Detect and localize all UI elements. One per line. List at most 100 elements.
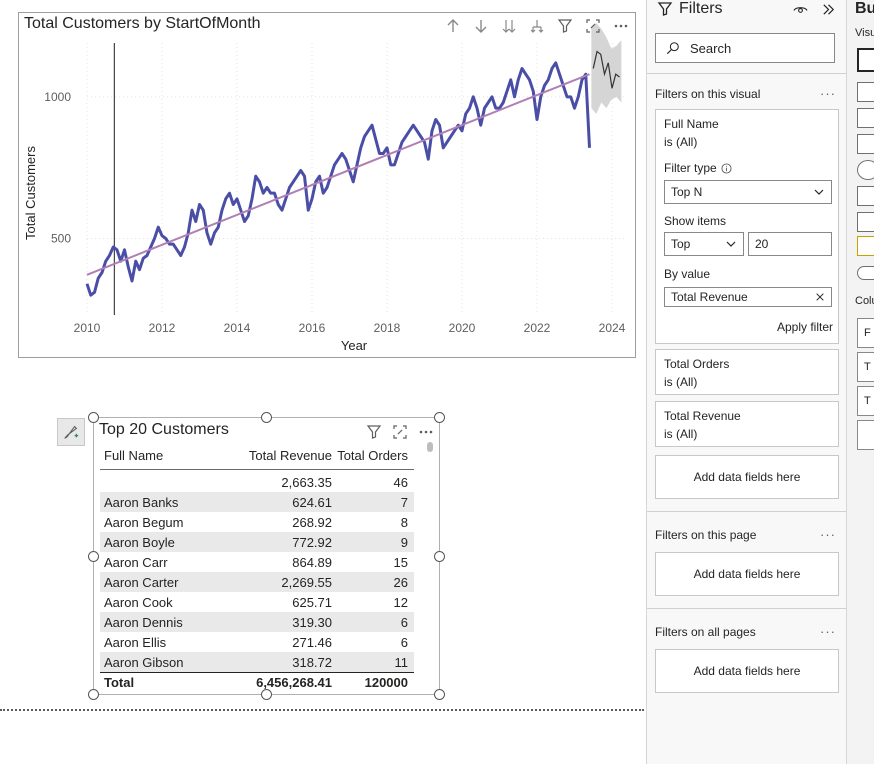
x-axis-title: Year bbox=[341, 338, 368, 353]
resize-handle[interactable] bbox=[434, 689, 445, 700]
filter-card-full-name[interactable]: Full Name is (All) Filter type Top N Sho… bbox=[655, 109, 839, 344]
add-data-fields-page[interactable]: Add data fields here bbox=[655, 552, 839, 596]
y-tick-label: 1000 bbox=[44, 90, 71, 104]
table-row[interactable]: Aaron Boyle 772.92 9 bbox=[100, 532, 414, 552]
x-tick-label: 2016 bbox=[299, 321, 326, 335]
close-icon[interactable] bbox=[815, 292, 825, 302]
more-options-icon[interactable] bbox=[416, 422, 436, 442]
table-row[interactable]: Aaron Gibson 318.72 11 bbox=[100, 652, 414, 672]
y-axis-title: Total Customers bbox=[23, 146, 38, 240]
collapse-pane-icon[interactable] bbox=[821, 2, 836, 20]
field-well[interactable]: F bbox=[857, 318, 874, 348]
table-row[interactable]: Aaron Banks 624.61 7 bbox=[100, 492, 414, 512]
divider bbox=[647, 73, 847, 74]
more-options-icon[interactable]: ··· bbox=[820, 624, 836, 639]
table-row[interactable]: 2,663.35 46 bbox=[100, 472, 414, 492]
globe-visual-icon[interactable] bbox=[857, 160, 874, 180]
section-filters-on-visual: Filters on this visual bbox=[655, 87, 761, 101]
table-row[interactable]: Aaron Dennis 319.30 6 bbox=[100, 612, 414, 632]
add-data-fields-all-pages[interactable]: Add data fields here bbox=[655, 649, 839, 693]
table-row[interactable]: Aaron Cook 625.71 12 bbox=[100, 592, 414, 612]
focus-mode-icon[interactable] bbox=[583, 16, 603, 36]
toggle-switch[interactable] bbox=[857, 266, 874, 280]
x-tick-label: 2012 bbox=[149, 321, 176, 335]
filters-search-input[interactable]: Search bbox=[655, 33, 835, 63]
show-items-direction-dropdown[interactable]: Top bbox=[664, 232, 744, 256]
kpi-visual-icon[interactable] bbox=[857, 186, 874, 206]
customers-table: Full Name Total Revenue Total Orders 2,6… bbox=[100, 442, 414, 692]
resize-handle[interactable] bbox=[88, 689, 99, 700]
field-well[interactable]: T bbox=[857, 352, 874, 382]
resize-handle[interactable] bbox=[261, 689, 272, 700]
filter-card-total-orders[interactable]: Total Orders is (All) bbox=[655, 349, 839, 395]
table-row[interactable]: Aaron Carr 864.89 15 bbox=[100, 552, 414, 572]
filter-icon[interactable] bbox=[555, 16, 575, 36]
format-painter-button[interactable] bbox=[57, 418, 85, 446]
resize-handle[interactable] bbox=[261, 412, 272, 423]
table-row[interactable]: Aaron Ellis 271.46 6 bbox=[100, 632, 414, 652]
resize-handle[interactable] bbox=[88, 412, 99, 423]
chevron-down-icon bbox=[814, 189, 824, 195]
bar-visual-icon[interactable] bbox=[857, 134, 874, 154]
section-filters-on-page: Filters on this page bbox=[655, 528, 757, 542]
table-row[interactable]: Aaron Carter 2,269.55 26 bbox=[100, 572, 414, 592]
resize-handle[interactable] bbox=[434, 412, 445, 423]
show-items-count-input[interactable]: 20 bbox=[748, 232, 832, 256]
smart-narrative-icon[interactable] bbox=[857, 236, 874, 256]
resize-handle[interactable] bbox=[434, 551, 445, 562]
filter-icon[interactable] bbox=[364, 422, 384, 442]
column-header-total-revenue[interactable]: Total Revenue bbox=[240, 448, 332, 463]
by-value-field-pill[interactable]: Total Revenue bbox=[664, 287, 832, 307]
divider bbox=[647, 511, 847, 512]
filters-pane: Filters Search Filters on this visual ··… bbox=[646, 0, 847, 764]
report-canvas: 2010 2012 2014 2016 2018 2020 2022 2024 500 1000 Y… bbox=[0, 0, 646, 764]
x-tick-label: 2010 bbox=[74, 321, 101, 335]
table-header-row: Full Name Total Revenue Total Orders bbox=[100, 442, 414, 470]
table-row[interactable]: Aaron Begum 268.92 8 bbox=[100, 512, 414, 532]
line-visual-icon[interactable] bbox=[857, 108, 874, 128]
table-visual[interactable]: Top 20 Customers Full Name Total Revenue… bbox=[88, 412, 445, 700]
section-filters-on-all-pages: Filters on all pages bbox=[655, 625, 756, 639]
column-header-total-orders[interactable]: Total Orders bbox=[332, 448, 414, 463]
x-tick-label: 2018 bbox=[374, 321, 401, 335]
build-visual-pane: Bu Visu Colu F T T bbox=[846, 0, 874, 764]
next-level-icon[interactable] bbox=[499, 16, 519, 36]
table-header-icons bbox=[364, 422, 436, 442]
card-visual-icon[interactable] bbox=[857, 212, 874, 232]
eye-icon[interactable] bbox=[793, 2, 808, 20]
info-icon[interactable] bbox=[721, 162, 732, 174]
drill-up-icon[interactable] bbox=[443, 16, 463, 36]
divider bbox=[647, 608, 847, 609]
focus-mode-icon[interactable] bbox=[390, 422, 410, 442]
line-chart-visual[interactable]: 2010 2012 2014 2016 2018 2020 2022 2024 500 1000 Y… bbox=[18, 12, 636, 358]
apply-filter-button[interactable]: Apply filter bbox=[777, 320, 833, 334]
table-visual-icon[interactable] bbox=[857, 48, 874, 72]
chevron-down-icon bbox=[726, 241, 736, 247]
more-options-icon[interactable] bbox=[611, 16, 631, 36]
brush-icon bbox=[64, 425, 79, 439]
drill-down-icon[interactable] bbox=[471, 16, 491, 36]
columns-label: Colu bbox=[855, 295, 874, 307]
filter-icon bbox=[657, 2, 673, 16]
field-well[interactable]: T bbox=[857, 386, 874, 416]
table-title: Top 20 Customers bbox=[99, 421, 229, 438]
chart-header-icons bbox=[443, 16, 631, 36]
more-options-icon[interactable]: ··· bbox=[820, 527, 836, 542]
expand-hierarchy-icon[interactable] bbox=[527, 16, 547, 36]
resize-handle[interactable] bbox=[88, 551, 99, 562]
page-boundary bbox=[0, 709, 644, 711]
build-pane-title: Bu bbox=[855, 0, 874, 17]
search-icon bbox=[666, 42, 679, 55]
field-well-empty[interactable] bbox=[857, 420, 874, 450]
trend-line bbox=[86, 73, 590, 276]
matrix-visual-icon[interactable] bbox=[857, 82, 874, 102]
column-header-full-name[interactable]: Full Name bbox=[100, 448, 240, 463]
more-options-icon[interactable]: ··· bbox=[820, 86, 836, 101]
chart-title: Total Customers by StartOfMonth bbox=[24, 15, 261, 32]
filter-type-dropdown[interactable]: Top N bbox=[664, 180, 832, 204]
line-chart: 2010 2012 2014 2016 2018 2020 2022 2024 500 1000 Y… bbox=[23, 23, 627, 353]
x-tick-label: 2022 bbox=[524, 321, 551, 335]
filter-card-total-revenue[interactable]: Total Revenue is (All) bbox=[655, 401, 839, 447]
table-scrollbar[interactable] bbox=[427, 442, 433, 452]
add-data-fields-visual[interactable]: Add data fields here bbox=[655, 455, 839, 499]
